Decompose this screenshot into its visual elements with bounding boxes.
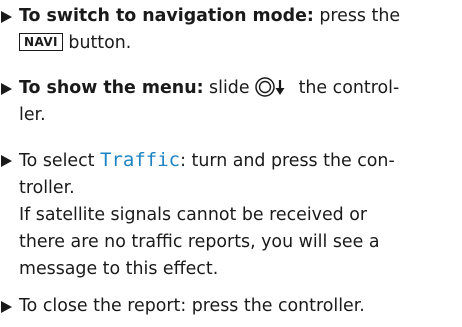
- triangle-bullet-icon: [1, 155, 12, 167]
- step-text: troller.: [19, 178, 75, 198]
- triangle-bullet-icon: [1, 11, 12, 23]
- step-text: the control-: [293, 78, 400, 98]
- step-text: : turn and press the con-: [180, 151, 395, 171]
- step-select-traffic: To select Traffic: turn and press the co…: [0, 147, 462, 283]
- traffic-menu-term: Traffic: [100, 149, 181, 171]
- step-text: slide: [203, 78, 256, 98]
- controller-slide-down-icon: [255, 77, 293, 97]
- triangle-bullet-icon: [1, 301, 12, 313]
- step-note: message to this effect.: [19, 259, 219, 279]
- step-switch-navigation: To switch to navigation mode: press the …: [0, 3, 462, 57]
- step-text: To close the report: press the controlle…: [19, 296, 365, 316]
- step-text: ler.: [19, 105, 46, 125]
- step-note: there are no traffic reports, you will s…: [19, 232, 380, 252]
- step-close-report: To close the report: press the controlle…: [0, 293, 462, 320]
- step-heading: To show the menu:: [19, 78, 204, 98]
- step-text: To select: [19, 151, 101, 171]
- step-note: If satellite signals cannot be received …: [19, 205, 368, 225]
- step-heading: To switch to navigation mode:: [19, 6, 314, 26]
- triangle-bullet-icon: [1, 83, 12, 95]
- navi-key-label: NAVI: [19, 33, 63, 51]
- step-show-menu: To show the menu: slide the control- ler…: [0, 75, 462, 129]
- instruction-document: To switch to navigation mode: press the …: [0, 3, 462, 320]
- step-text: button.: [62, 33, 132, 53]
- step-text: press the: [313, 6, 401, 26]
